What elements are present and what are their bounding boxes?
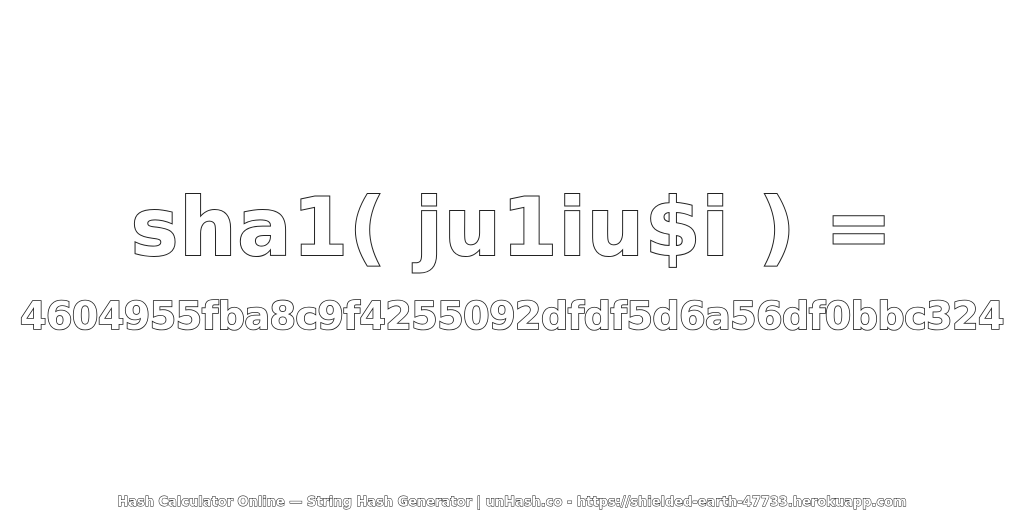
hash-expression: sha1( ju1iu$i ) =	[130, 180, 894, 275]
hash-digest: 4604955fba8c9f4255092dfdf5d6a56df0bbc324	[19, 293, 1005, 339]
footer-caption: Hash Calculator Online — String Hash Gen…	[117, 495, 907, 511]
